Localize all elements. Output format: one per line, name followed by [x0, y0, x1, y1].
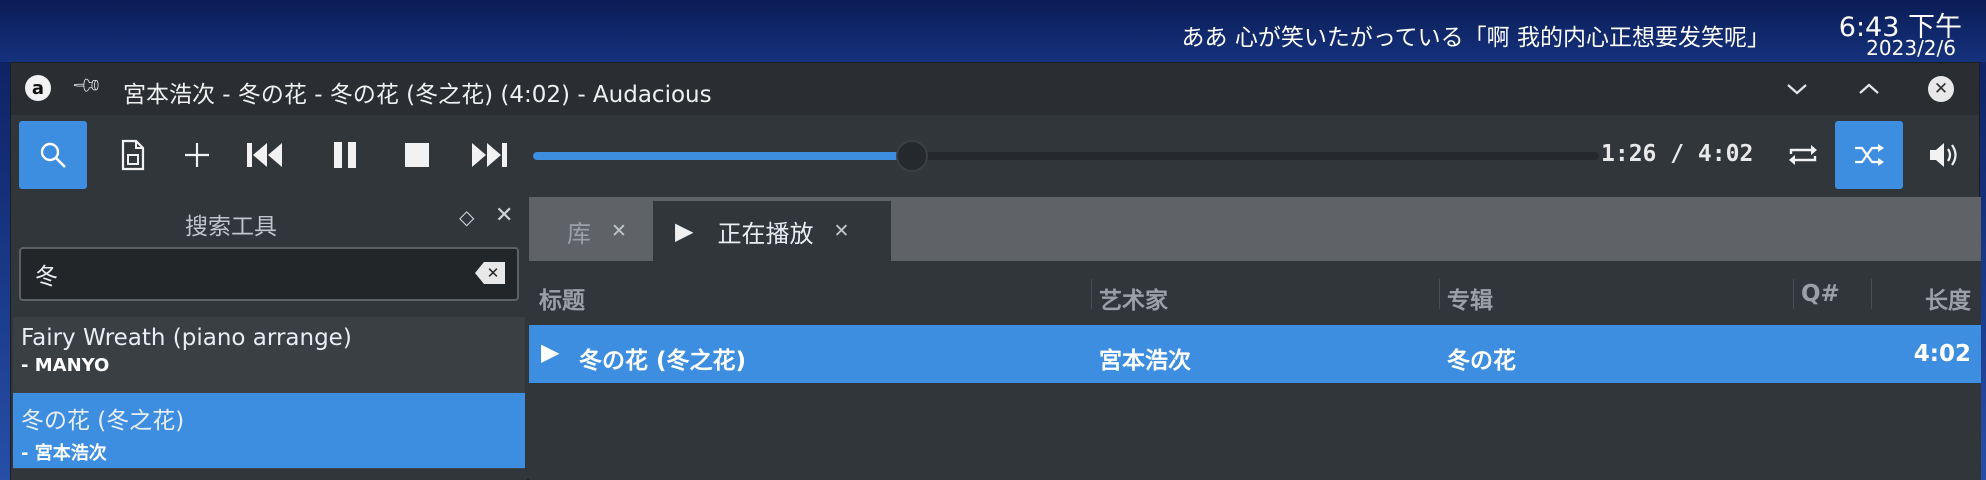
minimize-button[interactable] [1779, 71, 1815, 107]
now-playing-ticker[interactable]: ああ 心が笑いたがっている「啊 我的内心正想要发笑呢」 [1182, 18, 1770, 52]
float-panel-icon[interactable]: ◇ [459, 205, 474, 229]
chevron-down-icon [1787, 84, 1807, 95]
shuffle-icon [1855, 144, 1884, 166]
play-indicator-icon: ▶ [675, 217, 694, 245]
open-file-icon [121, 139, 145, 171]
repeat-icon [1789, 145, 1817, 165]
column-divider[interactable] [1871, 279, 1872, 309]
result-artist: - MANYO [21, 355, 110, 376]
pause-button[interactable] [311, 121, 379, 189]
close-icon: ✕ [1928, 76, 1954, 102]
system-panel: ああ 心が笑いたがっている「啊 我的内心正想要发笑呢」 6:43 下午 2023… [0, 0, 1986, 62]
close-window-button[interactable]: ✕ [1923, 71, 1959, 107]
column-header-artist[interactable]: 艺术家 [1099, 281, 1168, 315]
audacious-logo-icon[interactable]: a [25, 75, 51, 101]
playlist-area: 库 ✕ ▶ 正在播放 ✕ 标题 艺术家 专辑 Q# 长度 ▶ 冬の花 (冬之花) 宮… [529, 197, 1981, 480]
result-title: 冬の花 (冬之花) [21, 408, 185, 434]
search-tool-button[interactable] [19, 121, 87, 189]
column-divider[interactable] [1091, 279, 1092, 309]
skip-forward-icon [472, 143, 507, 167]
column-header-album[interactable]: 专辑 [1447, 281, 1493, 315]
result-title: Fairy Wreath (piano arrange) [21, 325, 352, 351]
search-tool-panel: 搜索工具 ◇ ✕ ✕ Fairy Wreath (piano arrange) … [11, 197, 527, 480]
audacious-window: a 📌︎ 宮本浩次 - 冬の花 - 冬の花 (冬之花) (4:02) - Aud… [10, 62, 1981, 480]
playlist-column-header: 标题 艺术家 专辑 Q# 长度 [529, 261, 1981, 325]
search-tool-title: 搜索工具 [185, 214, 277, 240]
toolbar: 1:26 / 4:02 [11, 115, 1979, 197]
title-bar[interactable]: a 📌︎ 宮本浩次 - 冬の花 - 冬の花 (冬之花) (4:02) - Aud… [11, 63, 1979, 115]
playlist-row[interactable]: ▶ 冬の花 (冬之花) 宮本浩次 冬の花 4:02 [529, 325, 1981, 383]
tab-now-playing[interactable]: ▶ 正在播放 ✕ [653, 201, 891, 261]
next-track-button[interactable] [455, 121, 523, 189]
seek-bar-progress [533, 152, 912, 160]
column-header-length[interactable]: 长度 [1925, 281, 1971, 315]
row-length: 4:02 [1913, 341, 1971, 367]
volume-button[interactable] [1911, 121, 1979, 189]
close-tab-icon[interactable]: ✕ [611, 220, 627, 242]
window-title: 宮本浩次 - 冬の花 - 冬の花 (冬之花) (4:02) - Audaciou… [123, 82, 712, 108]
tab-library[interactable]: 库 ✕ [529, 201, 651, 261]
search-result-item[interactable]: Fairy Wreath (piano arrange) - MANYO [13, 317, 525, 393]
close-panel-icon[interactable]: ✕ [495, 203, 513, 228]
search-icon [40, 142, 66, 168]
skip-back-icon [247, 143, 282, 167]
now-playing-icon: ▶ [541, 338, 560, 366]
tab-label: 正在播放 [717, 219, 814, 248]
open-files-button[interactable] [99, 121, 167, 189]
chevron-up-icon [1859, 83, 1879, 94]
close-tab-icon[interactable]: ✕ [833, 220, 849, 242]
search-result-item[interactable]: 冬の花 (冬之花) - 宮本浩次 [13, 393, 525, 469]
row-album: 冬の花 [1447, 348, 1516, 374]
add-files-button[interactable] [163, 121, 231, 189]
shuffle-button[interactable] [1835, 121, 1903, 189]
pause-icon [334, 142, 356, 168]
previous-track-button[interactable] [231, 121, 299, 189]
result-artist: - 宮本浩次 [21, 443, 107, 464]
clock-date[interactable]: 2023/2/6 [1866, 36, 1956, 60]
row-title: 冬の花 (冬之花) [579, 348, 747, 374]
repeat-button[interactable] [1769, 121, 1837, 189]
add-icon [185, 143, 209, 167]
time-readout: 1:26 / 4:02 [1601, 141, 1754, 167]
stop-button[interactable] [383, 121, 451, 189]
clear-search-icon[interactable]: ✕ [475, 262, 505, 284]
row-artist: 宮本浩次 [1099, 348, 1191, 374]
column-header-queue[interactable]: Q# [1801, 281, 1840, 307]
seek-bar-handle[interactable] [895, 140, 928, 172]
maximize-button[interactable] [1851, 71, 1887, 107]
column-divider[interactable] [1439, 279, 1440, 309]
stop-icon [405, 143, 429, 167]
column-divider[interactable] [1793, 279, 1794, 309]
seek-bar[interactable] [533, 140, 1599, 172]
search-box: ✕ [19, 247, 519, 301]
pin-icon[interactable]: 📌︎ [70, 68, 105, 103]
playlist-tab-bar: 库 ✕ ▶ 正在播放 ✕ [529, 197, 1981, 261]
column-header-title[interactable]: 标题 [539, 281, 585, 315]
search-input[interactable] [21, 249, 461, 299]
tab-label: 库 [567, 219, 591, 248]
volume-icon [1930, 143, 1957, 167]
